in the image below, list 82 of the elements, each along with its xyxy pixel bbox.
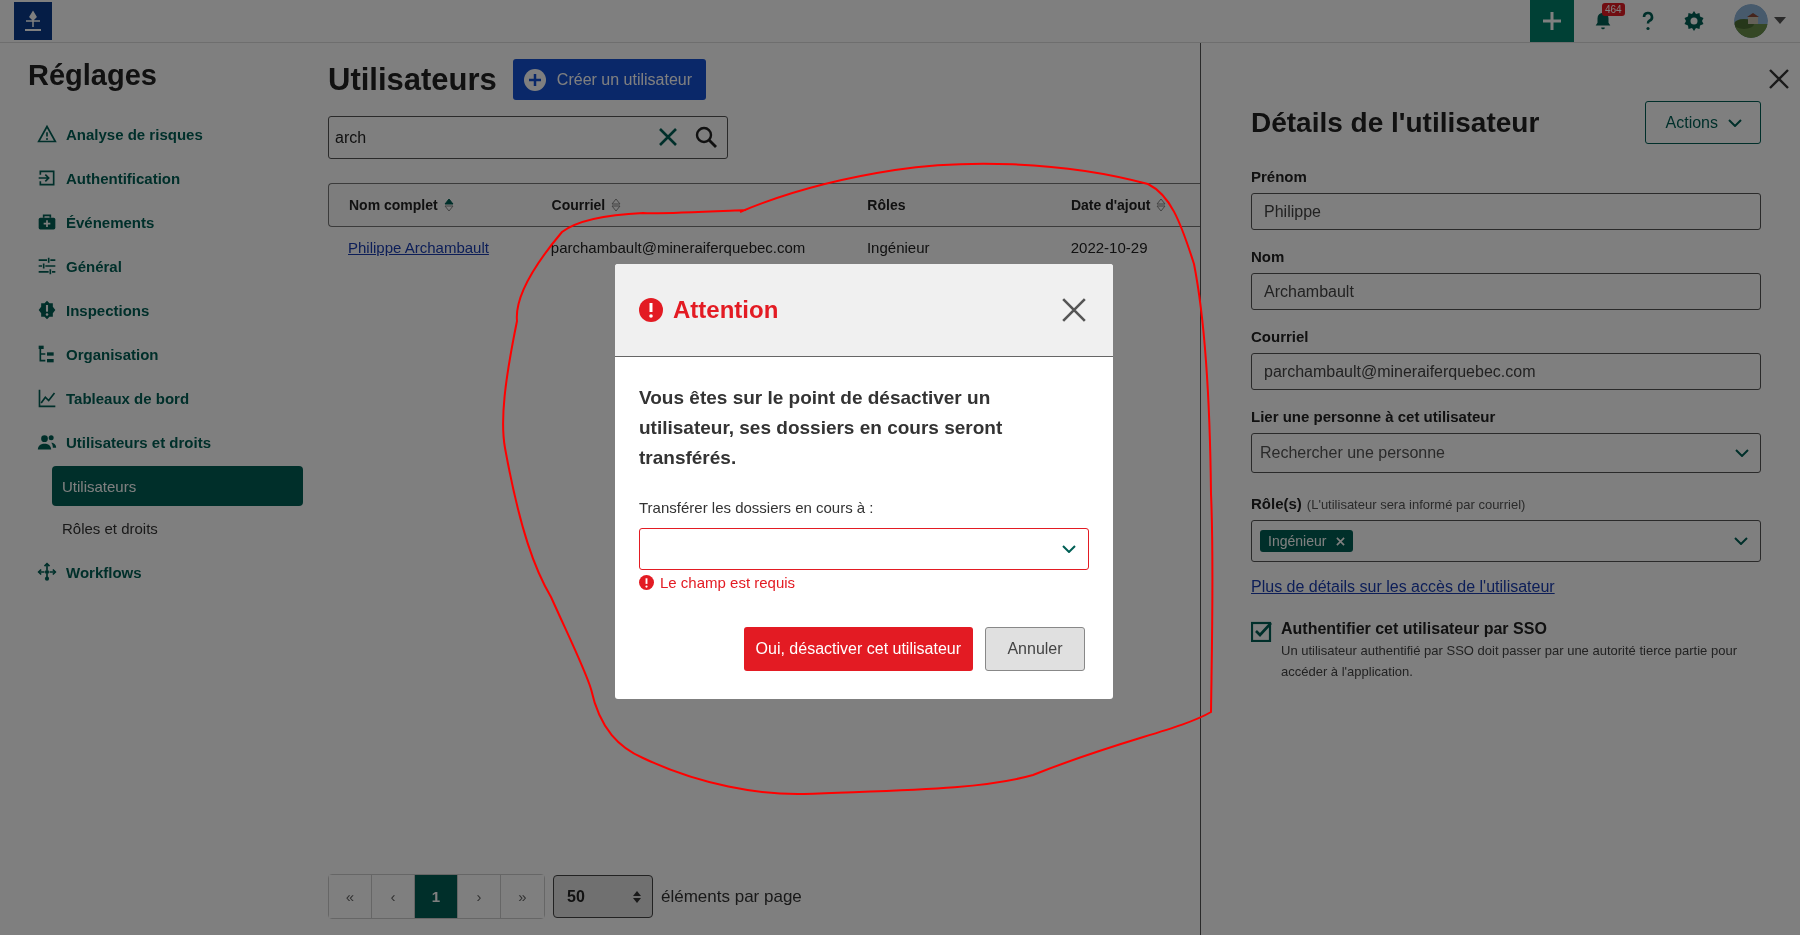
- text-field[interactable]: Archambault: [1251, 273, 1761, 310]
- table-cell-text: Ingénieur: [866, 238, 931, 256]
- column-header[interactable]: Date d'ajout: [1070, 197, 1167, 213]
- panel-title: Détails de l'utilisateur: [1251, 106, 1540, 139]
- sidebar-subitem[interactable]: Utilisateurs: [52, 466, 303, 506]
- hierarchy-icon: [37, 344, 57, 364]
- login-icon: [37, 168, 57, 188]
- sort-icon[interactable]: [443, 198, 454, 212]
- sidebar-item[interactable]: Inspections: [28, 288, 300, 332]
- checkbox[interactable]: [1251, 620, 1273, 642]
- dialog-message: Vous êtes sur le point de désactiver un utilisateur, ses dossiers en cours seront transférés.: [639, 386, 1004, 470]
- medical-kit-icon: [37, 212, 57, 232]
- warning-icon: [37, 124, 57, 144]
- text-field[interactable]: parchambault@mineraiferquebec.com: [1251, 353, 1761, 390]
- chevron-down-icon: [1728, 118, 1742, 127]
- field-label: Nom: [1251, 248, 1286, 265]
- search-field[interactable]: arch: [328, 116, 728, 159]
- field-hint: (L'utilisateur sera informé par courriel): [1306, 497, 1526, 512]
- field-label: Courriel: [1251, 328, 1310, 345]
- add-button[interactable]: [1530, 0, 1574, 42]
- field-label: Transférer les dossiers en cours à :: [639, 499, 875, 516]
- sidebar-item[interactable]: Organisation: [28, 332, 300, 376]
- users-icon: [37, 432, 57, 452]
- cancel-button[interactable]: Annuler: [985, 627, 1085, 671]
- actions-button[interactable]: Actions: [1644, 101, 1761, 144]
- deactivate-button[interactable]: Oui, désactiver cet utilisateur: [743, 627, 973, 671]
- line-chart-icon: [37, 388, 57, 408]
- close-icon[interactable]: [1767, 67, 1791, 91]
- workflow-icon: [37, 562, 57, 582]
- sidebar-item[interactable]: Utilisateurs et droits: [28, 420, 300, 464]
- alert-badge-icon: [37, 300, 57, 320]
- notification-count: 464: [1602, 3, 1625, 16]
- stepper-icon: [632, 889, 642, 904]
- field-label: Lier une personne à cet utilisateur: [1251, 408, 1497, 425]
- field-label: Rôle(s): [1251, 495, 1302, 512]
- transfer-select[interactable]: [639, 528, 1089, 570]
- create-user-button[interactable]: Créer un utilisateur: [512, 59, 706, 100]
- role-tag[interactable]: Ingénieur: [1260, 530, 1354, 552]
- user-name-link[interactable]: Philippe Archambault: [348, 238, 551, 256]
- sidebar-item[interactable]: Général: [28, 244, 300, 288]
- section-title: Utilisateurs: [328, 61, 497, 98]
- sort-icon[interactable]: [611, 198, 622, 212]
- error-icon: [639, 575, 654, 590]
- access-details-link[interactable]: Plus de détails sur les accès de l'utilisateur: [1251, 578, 1761, 596]
- alert-icon: [639, 298, 663, 322]
- column-header[interactable]: Courriel: [551, 197, 622, 213]
- table-cell-text: parchambault@mineraiferquebec.com: [550, 238, 807, 256]
- sidebar-subitem[interactable]: Rôles et droits: [52, 508, 303, 548]
- roles-select[interactable]: Ingénieur: [1251, 520, 1761, 562]
- dialog-title: Attention: [673, 296, 780, 324]
- checkbox-description: Un utilisateur authentifié par SSO doit passer par une autorité tierce partie pour accéder à l'application.: [1281, 642, 1738, 681]
- field-label: Prénom: [1251, 168, 1308, 185]
- sort-icon[interactable]: [1156, 198, 1167, 212]
- error-message: Le champ est requis: [660, 574, 796, 591]
- page-title: Réglages: [28, 59, 158, 92]
- sidebar-item[interactable]: Workflows: [28, 550, 300, 594]
- page-size-label: éléments par page: [661, 886, 802, 907]
- page-button[interactable]: 1: [415, 875, 458, 918]
- sidebar-item[interactable]: Événements: [28, 200, 300, 244]
- chevron-down-icon[interactable]: [1735, 449, 1749, 457]
- close-icon[interactable]: [1061, 297, 1087, 323]
- text-field[interactable]: Philippe: [1251, 193, 1761, 230]
- checkbox-label: Authentifier cet utilisateur par SSO: [1281, 620, 1548, 638]
- page-button[interactable]: «: [329, 875, 372, 918]
- logo-icon[interactable]: [14, 2, 52, 40]
- sidebar-item[interactable]: Analyse de risques: [28, 112, 300, 156]
- sidebar-item[interactable]: Tableaux de bord: [28, 376, 300, 420]
- chevron-down-icon: [1062, 545, 1076, 553]
- remove-icon[interactable]: [1336, 536, 1346, 546]
- caret-icon[interactable]: [1774, 17, 1786, 25]
- search-icon[interactable]: [694, 125, 718, 149]
- page-size-select[interactable]: 50: [553, 875, 653, 918]
- plus-icon: [1540, 9, 1564, 33]
- settings-icon[interactable]: [1682, 9, 1706, 33]
- sidebar-item[interactable]: Authentification: [28, 156, 300, 200]
- sliders-icon: [37, 256, 57, 276]
- table-cell-text: 2022-10-29: [1070, 238, 1149, 256]
- chevron-down-icon: [1734, 537, 1748, 545]
- plus-circle-icon: [522, 67, 547, 92]
- person-select[interactable]: Rechercher une personne: [1251, 433, 1761, 473]
- column-header: Rôles: [867, 197, 906, 213]
- column-header[interactable]: Nom complet: [349, 197, 454, 213]
